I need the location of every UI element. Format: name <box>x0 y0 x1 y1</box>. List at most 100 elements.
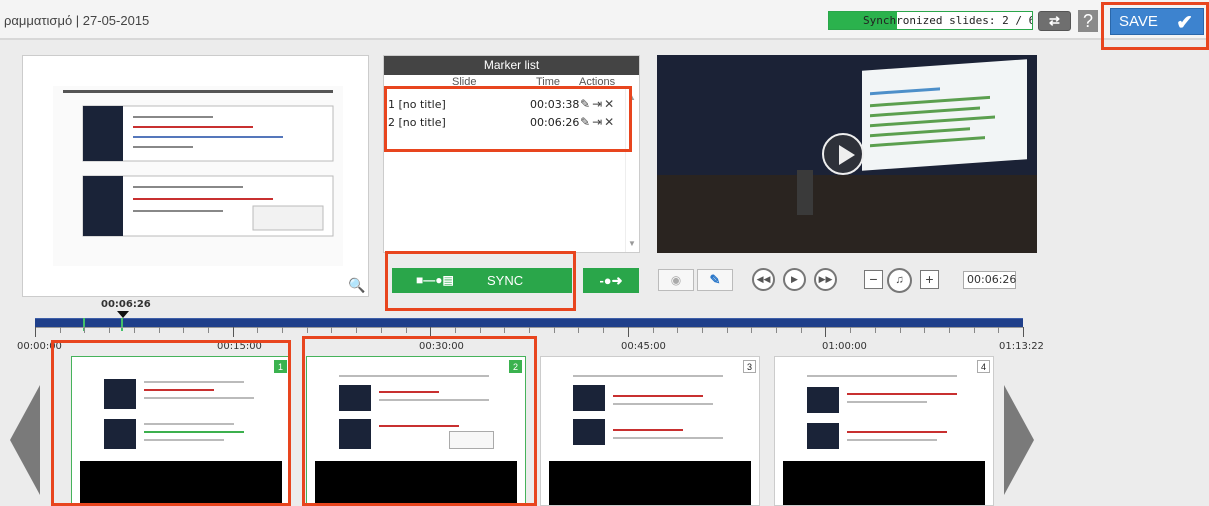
marker-list-columns: Slide Time Actions <box>384 75 639 89</box>
projection-screen <box>862 59 1027 171</box>
checkmark-icon: ✔ <box>1176 12 1193 34</box>
slide-thumbnail-image <box>329 371 499 456</box>
slide-number-badge: 1 <box>274 360 287 373</box>
ruler-tick <box>109 327 110 333</box>
tick-label: 00:15:00 <box>217 341 262 352</box>
minus-icon: − <box>869 271 878 287</box>
ruler-tick <box>480 327 481 333</box>
edit-button[interactable]: ✎ <box>697 269 733 291</box>
fast-forward-icon: ▶▶ <box>818 274 833 284</box>
ruler-tick <box>900 327 901 333</box>
sync-status-text: Synchronized slides: 2 / 6 <box>863 14 1033 27</box>
delete-icon[interactable]: ✕ <box>604 97 616 111</box>
playhead-marker[interactable] <box>117 311 129 318</box>
lecture-title: ραμματισμό | 27-05-2015 <box>4 13 150 28</box>
slide-thumbnail[interactable]: 4 <box>774 356 994 506</box>
jump-to-icon[interactable]: ⇥ <box>592 115 604 129</box>
ruler-tick <box>850 327 851 333</box>
ruler-tick <box>134 327 135 333</box>
slide-video-frame <box>80 461 282 505</box>
ruler-tick <box>801 327 802 333</box>
slide-video-frame <box>783 461 985 505</box>
edit-icon: ✎ <box>709 272 721 287</box>
slide-video-frame <box>315 461 517 505</box>
sync-button[interactable]: ■—●▤ SYNC <box>392 268 572 293</box>
slide-thumbnail-image <box>563 371 733 456</box>
ruler-tick <box>554 327 555 333</box>
marker-row[interactable]: 2 [no title] 00:06:26 ✎⇥✕ <box>384 114 624 132</box>
rewind-button[interactable]: ◀◀ <box>752 268 775 291</box>
volume-button[interactable]: ♫ <box>887 268 912 293</box>
jump-to-icon[interactable]: ⇥ <box>592 97 604 111</box>
ruler-tick <box>430 327 431 337</box>
fast-forward-button[interactable]: ▶▶ <box>814 268 837 291</box>
next-slides-arrow[interactable] <box>1004 385 1034 495</box>
ruler-tick <box>455 327 456 333</box>
play-button[interactable]: ▶ <box>783 268 806 291</box>
sync-arrow-button[interactable]: -●➜ <box>583 268 639 293</box>
plus-icon: + <box>925 271 934 287</box>
ruler-tick <box>875 327 876 333</box>
ruler-tick <box>924 327 925 333</box>
ruler-tick <box>331 327 332 333</box>
ruler-tick <box>1023 327 1024 337</box>
help-button[interactable]: ? <box>1078 10 1098 32</box>
sync-status-indicator: Synchronized slides: 2 / 6 <box>828 11 1033 30</box>
sync-button-label: SYNC <box>487 273 524 288</box>
sync-arrows-icon: ⇄ <box>1049 13 1060 28</box>
play-icon: ▶ <box>791 274 798 284</box>
sync-arrows-icon: -●➜ <box>599 273 623 288</box>
slide-preview <box>22 55 369 297</box>
slide-thumbnail[interactable]: 2 <box>306 356 526 506</box>
ruler-tick <box>653 327 654 333</box>
ruler-tick <box>825 327 826 337</box>
preview-toggle-button[interactable]: ◉ <box>658 269 694 291</box>
delete-icon[interactable]: ✕ <box>604 115 616 129</box>
ruler-tick <box>381 327 382 333</box>
ruler-tick <box>751 327 752 333</box>
marker-time: 00:06:26 <box>530 116 580 129</box>
slide-thumbnail-image <box>94 371 264 456</box>
column-slide: Slide <box>452 76 477 88</box>
ruler-tick <box>183 327 184 333</box>
zoom-icon[interactable]: 🔍 <box>348 277 365 294</box>
marker-row[interactable]: 1 [no title] 00:03:38 ✎⇥✕ <box>384 96 624 114</box>
ruler-tick <box>949 327 950 333</box>
current-time-field[interactable]: 00:06:26 <box>963 271 1016 289</box>
marker-time: 00:03:38 <box>530 98 580 111</box>
marker-list-scrollbar[interactable]: ▲ ▼ <box>625 89 639 252</box>
volume-down-button[interactable]: − <box>864 270 883 289</box>
tick-label: 00:30:00 <box>419 341 464 352</box>
ruler-tick <box>257 327 258 333</box>
ruler-tick <box>35 327 36 337</box>
ruler-tick <box>677 327 678 333</box>
edit-pencil-icon[interactable]: ✎ <box>580 97 592 111</box>
ruler-tick <box>504 327 505 333</box>
slide-number-badge: 4 <box>977 360 990 373</box>
playhead-time-label: 00:06:26 <box>101 299 151 310</box>
scroll-down-icon[interactable]: ▼ <box>628 239 636 248</box>
ruler-tick <box>702 327 703 333</box>
ruler-tick <box>208 327 209 333</box>
sync-plug-icon: ■—●▤ <box>416 273 454 287</box>
volume-up-button[interactable]: + <box>920 270 939 289</box>
scroll-up-icon[interactable]: ▲ <box>628 93 636 102</box>
tick-label: 00:00:00 <box>17 341 62 352</box>
save-button[interactable]: SAVE ✔ <box>1110 8 1204 35</box>
slide-video-frame <box>549 461 751 505</box>
previous-slides-arrow[interactable] <box>10 385 40 495</box>
video-player[interactable] <box>657 55 1037 253</box>
marker-slide-name: 1 [no title] <box>388 98 446 111</box>
header-sync-arrows-button[interactable]: ⇄ <box>1038 11 1071 31</box>
timeline-track[interactable] <box>35 318 1023 327</box>
play-overlay-button[interactable] <box>822 133 864 175</box>
ruler-tick <box>628 327 629 337</box>
slide-thumbnail[interactable]: 3 <box>540 356 760 506</box>
ruler-tick <box>233 327 234 337</box>
edit-pencil-icon[interactable]: ✎ <box>580 115 592 129</box>
column-actions: Actions <box>579 76 616 88</box>
save-label: SAVE <box>1119 13 1158 30</box>
ruler-tick <box>578 327 579 333</box>
ruler-tick <box>307 327 308 333</box>
slide-thumbnail[interactable]: 1 <box>71 356 291 506</box>
